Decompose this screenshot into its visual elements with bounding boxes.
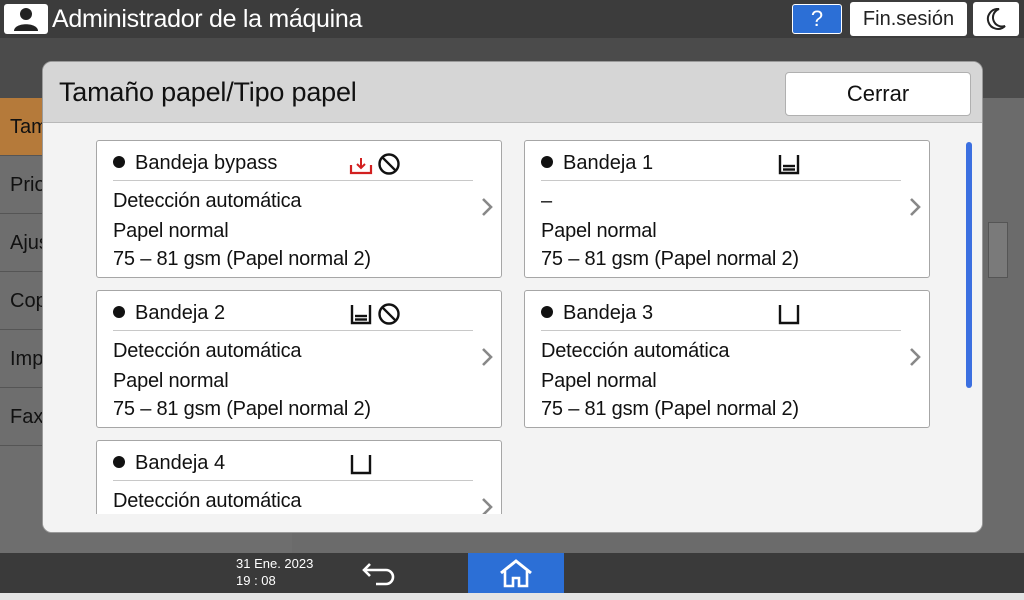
dialog-title: Tamaño papel/Tipo papel [59, 77, 357, 107]
home-button[interactable] [468, 553, 564, 593]
tray-name: Bandeja 1 [563, 152, 654, 174]
user-icon [14, 8, 38, 31]
chevron-right-icon [910, 198, 921, 216]
back-arrow-icon [362, 563, 395, 586]
logout-button[interactable]: Fin.sesión [850, 2, 967, 36]
bottom-strip [0, 593, 1024, 600]
tray-paper-weight: 75 – 81 gsm (Papel normal 2) [541, 398, 799, 420]
tray-card-header: Bandeja 2 [113, 299, 473, 331]
tray-empty-icon [778, 305, 800, 325]
tray-card-header: Bandeja 1 [541, 149, 901, 181]
tray-paper-size: – [541, 190, 552, 212]
tray-card-bypass[interactable]: Bandeja bypass Detección automática Pape… [96, 140, 502, 278]
tray-list: Bandeja bypass Detección automática Pape… [43, 124, 982, 514]
bullet [541, 156, 553, 168]
help-button[interactable]: ? [792, 4, 842, 34]
tray-paper-weight: 75 – 81 gsm (Papel normal 2) [113, 398, 371, 420]
tray-empty-icon [350, 455, 372, 475]
chevron-right-icon [482, 348, 493, 366]
app-title: Administrador de la máquina [52, 5, 363, 33]
tray-name: Bandeja bypass [135, 152, 278, 174]
tray-paper-size: Detección automática [113, 340, 302, 362]
background-fragment [988, 222, 1008, 278]
tray-paper-type: Papel normal [113, 370, 229, 392]
prohibited-icon [378, 303, 400, 325]
moon-icon [986, 8, 1006, 30]
bullet [113, 156, 125, 168]
bullet [113, 456, 125, 468]
tray-card-3[interactable]: Bandeja 3 Detección automática Papel nor… [524, 290, 930, 428]
prohibited-icon [378, 153, 400, 175]
tray-paper-type: Papel normal [541, 370, 657, 392]
scrollbar[interactable] [966, 142, 972, 388]
bullet [541, 306, 553, 318]
chevron-right-icon [910, 348, 921, 366]
tray-card-header: Bandeja 3 [541, 299, 901, 331]
tray-paper-size: Detección automática [113, 490, 302, 512]
tray-card-header: Bandeja 4 [113, 449, 473, 481]
user-button[interactable] [4, 4, 48, 34]
dialog-header: Tamaño papel/Tipo papel Cerrar [43, 62, 982, 123]
sleep-button[interactable] [973, 2, 1019, 36]
tray-paper-weight: 75 – 81 gsm (Papel normal 2) [113, 248, 371, 270]
tray-full-icon [778, 155, 800, 175]
chevron-right-icon [482, 198, 493, 216]
tray-paper-type: Papel normal [113, 220, 229, 242]
tray-paper-size: Detección automática [541, 340, 730, 362]
tray-paper-size: Detección automática [113, 190, 302, 212]
bullet [113, 306, 125, 318]
tray-card-1[interactable]: Bandeja 1 – Papel normal 75 – 81 gsm (Pa… [524, 140, 930, 278]
time-label: 19 : 08 [236, 573, 276, 588]
tray-name: Bandeja 2 [135, 302, 226, 324]
back-button[interactable] [356, 556, 404, 590]
chevron-right-icon [482, 498, 493, 514]
tray-name: Bandeja 4 [135, 452, 226, 474]
date-label: 31 Ene. 2023 [236, 556, 314, 571]
tray-paper-weight: 75 – 81 gsm (Papel normal 2) [541, 248, 799, 270]
tray-card-4[interactable]: Bandeja 4 Detección automática [96, 440, 502, 514]
top-bar: Administrador de la máquina ? Fin.sesión [0, 0, 1024, 38]
tray-card-2[interactable]: Bandeja 2 Detección automática Papel nor… [96, 290, 502, 428]
dialog-footer [43, 514, 982, 532]
tray-paper-type: Papel normal [541, 220, 657, 242]
tray-card-header: Bandeja bypass [113, 149, 473, 181]
date-time: 31 Ene. 2023 19 : 08 [236, 555, 313, 589]
tray-full-icon [350, 305, 372, 325]
tray-name: Bandeja 3 [563, 302, 654, 324]
home-icon [500, 559, 532, 588]
close-button[interactable]: Cerrar [785, 72, 971, 116]
paper-size-type-dialog: Tamaño papel/Tipo papel Cerrar Bandeja b… [42, 61, 983, 533]
bypass-tray-icon [349, 158, 373, 175]
